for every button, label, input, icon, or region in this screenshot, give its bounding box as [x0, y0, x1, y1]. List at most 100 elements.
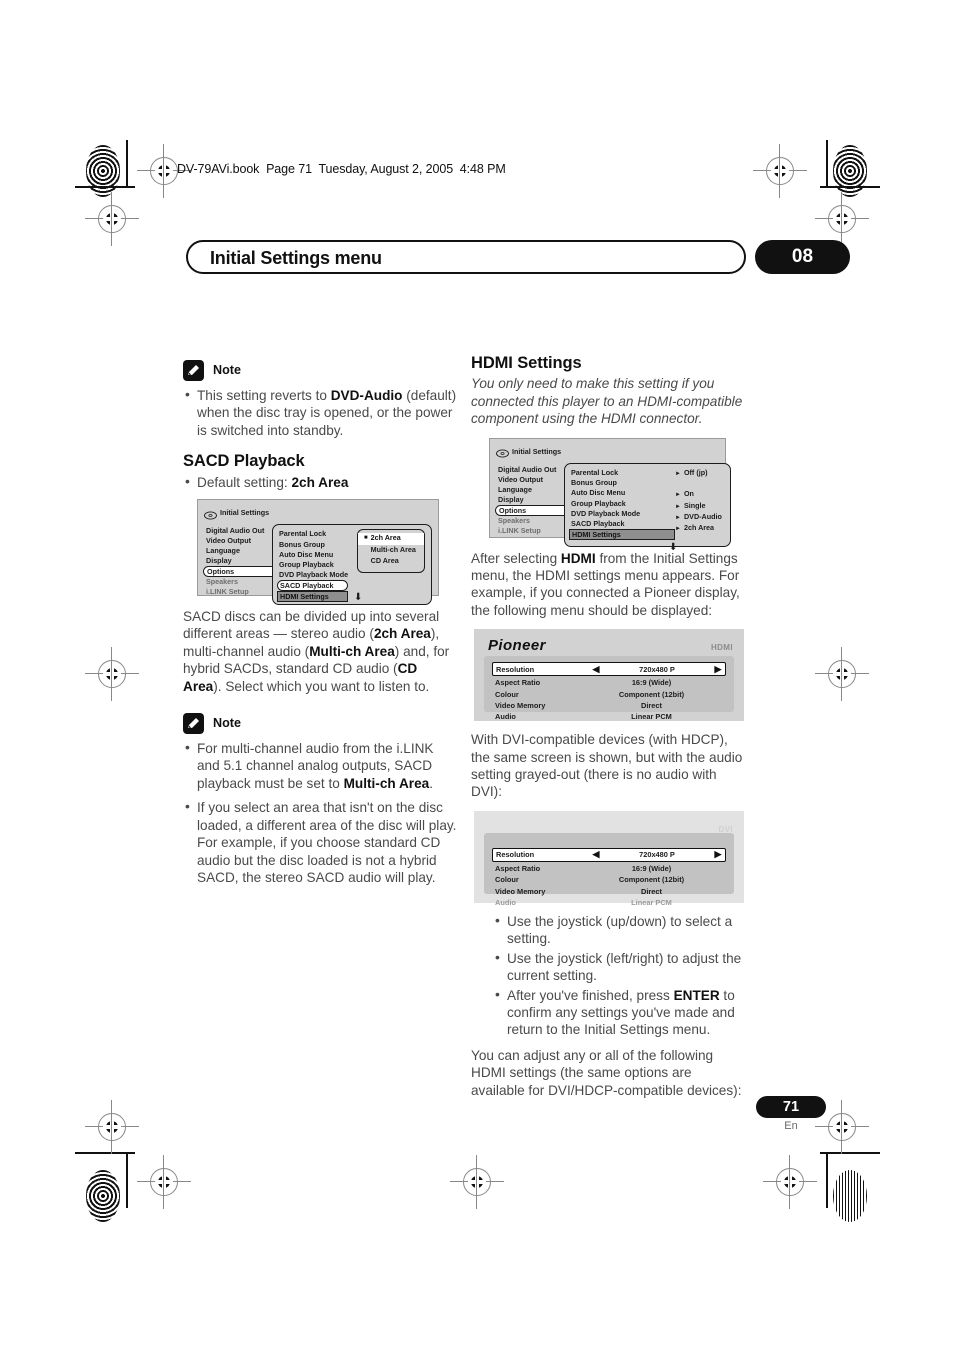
note-text-bold: Multi-ch Area	[343, 775, 430, 791]
osd-option-bonus-group[interactable]: Bonus Group	[571, 478, 675, 488]
osd-item-speakers[interactable]: Speakers	[496, 516, 570, 526]
registration-mark-top-left	[137, 144, 191, 198]
crop-mark-bottom-left-v	[126, 1152, 128, 1208]
right-arrow-icon: ►	[675, 492, 681, 499]
note-item: For multi-channel audio from the i.LINK …	[183, 739, 458, 792]
note-item: If you select an area that isn't on the …	[183, 798, 458, 886]
hdmi-row-audio[interactable]: Audio Linear PCM	[492, 711, 726, 722]
osd-item-display[interactable]: Display	[496, 495, 570, 505]
right-arrow-icon: ►	[675, 503, 681, 510]
registration-mark-top-right	[753, 144, 807, 198]
osd-option-auto-disc-menu[interactable]: Auto Disc Menu	[279, 550, 348, 560]
osd-item-ilink-setup[interactable]: i.LINK Setup	[204, 587, 278, 597]
print-color-target-bottom-right	[833, 1170, 867, 1222]
osd-options-column: Parental Lock Bonus Group Auto Disc Menu…	[565, 468, 675, 544]
disc-icon	[496, 447, 509, 458]
osd-item-speakers[interactable]: Speakers	[204, 577, 278, 587]
right-arrow-icon[interactable]: ▶	[711, 661, 725, 678]
osd-option-sacd-playback[interactable]: SACD Playback	[277, 580, 349, 592]
chapter-number-badge: 08	[755, 240, 850, 274]
dvi-label-audio: Audio	[495, 898, 516, 908]
osd-option-bonus-group[interactable]: Bonus Group	[279, 540, 348, 550]
note-text-pre: This setting reverts to	[197, 388, 331, 403]
chapter-title-bar: Initial Settings menu	[186, 240, 746, 274]
osd-scroll-down-icon[interactable]: ⬇	[354, 593, 362, 603]
dvi-value-audio: Linear PCM	[631, 898, 672, 908]
dvi-row-audio: Audio Linear PCM	[492, 897, 726, 908]
osd-item-digital-audio-out[interactable]: Digital Audio Out	[204, 526, 278, 536]
osd-option-auto-disc-menu[interactable]: Auto Disc Menu	[571, 488, 675, 498]
crop-mark-top-right-h	[820, 186, 880, 188]
crop-mark-bottom-right-v	[826, 1152, 828, 1208]
osd-option-hdmi-settings[interactable]: HDMI Settings	[569, 529, 675, 541]
crop-mark-bottom-right-h	[820, 1152, 880, 1154]
osd-submenu-label: CD Area	[370, 556, 399, 566]
crop-mark-top-left-v	[126, 140, 128, 186]
pioneer-logo: Pioneer	[488, 637, 546, 655]
print-color-target-top-left	[86, 145, 120, 197]
osd-option-parental-lock[interactable]: Parental Lock	[571, 468, 675, 478]
osd-item-ilink-setup[interactable]: i.LINK Setup	[496, 526, 570, 536]
osd-item-video-output[interactable]: Video Output	[496, 475, 570, 485]
note-label-1: Note	[213, 362, 241, 377]
joystick-instructions-list: Use the joystick (up/down) to select a s…	[493, 912, 746, 1039]
crop-mark-top-left-h	[75, 186, 135, 188]
print-color-target-bottom-left	[86, 1170, 120, 1222]
instruction-item: After you've finished, press ENTER to co…	[493, 985, 746, 1039]
note-header-1: Note	[183, 360, 458, 381]
osd-option-dvd-playback-mode[interactable]: DVD Playback Mode	[571, 509, 675, 519]
registration-mark-foot-center	[450, 1155, 504, 1209]
instruction-item: Use the joystick (up/down) to select a s…	[493, 912, 746, 948]
osd-option-sacd-playback[interactable]: SACD Playback	[571, 519, 675, 529]
osd-item-language[interactable]: Language	[204, 546, 278, 556]
note-label-2: Note	[213, 715, 241, 730]
osd-body: Digital Audio Out Video Output Language …	[198, 524, 438, 611]
osd-submenu-2ch-area[interactable]: ■ 2ch Area	[358, 533, 424, 545]
instruction-text: Use the joystick (left/right) to adjust …	[507, 950, 742, 984]
right-arrow-icon[interactable]: ▶	[711, 846, 725, 863]
osd-option-hdmi-settings[interactable]: HDMI Settings	[277, 591, 349, 603]
pencil-note-icon	[183, 713, 204, 735]
file-timestamp-header: DV-79AVi.book Page 71 Tuesday, August 2,…	[177, 162, 506, 176]
osd-value-auto-disc-menu: ► On	[675, 489, 722, 500]
paragraph-after-osd: After selecting HDMI from the Initial Se…	[471, 550, 740, 618]
osd-item-video-output[interactable]: Video Output	[204, 536, 278, 546]
osd-initial-settings-hdmi: Initial Settings Digital Audio Out Video…	[489, 437, 731, 553]
print-color-target-top-right	[833, 145, 867, 197]
osd-option-dvd-playback-mode[interactable]: DVD Playback Mode	[279, 570, 348, 580]
registration-mark-foot-right	[763, 1155, 817, 1209]
osd-title-text: Initial Settings	[220, 508, 270, 518]
osd-options-panel: Parental Lock Bonus Group Auto Disc Menu…	[564, 463, 731, 553]
osd-value-bonus-group	[675, 479, 722, 489]
right-arrow-icon: ►	[675, 526, 681, 533]
osd-submenu-cd-area[interactable]: ■CD Area	[358, 556, 424, 568]
osd-option-group-playback[interactable]: Group Playback	[279, 560, 348, 570]
note-text-post: .	[429, 775, 433, 791]
osd-item-digital-audio-out[interactable]: Digital Audio Out	[496, 465, 570, 475]
osd-item-options[interactable]: Options	[495, 505, 570, 517]
osd-item-display[interactable]: Display	[204, 556, 278, 566]
sacd-default-pre: Default setting:	[197, 474, 292, 490]
page-number-badge: 71	[756, 1096, 826, 1118]
note-text-pre: If you select an area that isn't on the …	[197, 800, 457, 885]
osd-options-column: Parental Lock Bonus Group Auto Disc Menu…	[273, 529, 349, 603]
osd-option-group-playback[interactable]: Group Playback	[571, 499, 675, 509]
note-text-bold: DVD-Audio	[330, 388, 403, 403]
term-2ch-area: 2ch Area	[373, 626, 431, 642]
osd-item-language[interactable]: Language	[496, 485, 570, 495]
osd-initial-settings-sacd: Initial Settings Digital Audio Out Video…	[197, 499, 439, 606]
osd-value-sacd-playback: ► 2ch Area	[675, 523, 722, 534]
sacd-default-bold: 2ch Area	[291, 474, 349, 490]
section-heading-sacd-playback: SACD Playback	[183, 452, 305, 471]
registration-mark-low-right	[815, 647, 869, 701]
osd-scroll-down-icon[interactable]: ⬇	[669, 543, 677, 553]
osd-item-options[interactable]: Options	[203, 566, 278, 578]
registration-mark-bottom-right	[815, 1100, 869, 1154]
instruction-text-pre: After you've finished, press	[507, 987, 674, 1003]
osd-option-parental-lock[interactable]: Parental Lock	[279, 529, 348, 539]
osd-category-column: Digital Audio Out Video Output Language …	[203, 524, 278, 605]
osd-submenu-multi-ch-area[interactable]: ■Multi-ch Area	[358, 545, 424, 557]
page-title: Initial Settings menu	[210, 248, 382, 268]
dvi-osd-screen: DVI Resolution ◀ 720x480 P ▶ Aspect Rati…	[474, 810, 744, 907]
left-column: Note This setting reverts to DVD-Audio (…	[183, 360, 458, 890]
